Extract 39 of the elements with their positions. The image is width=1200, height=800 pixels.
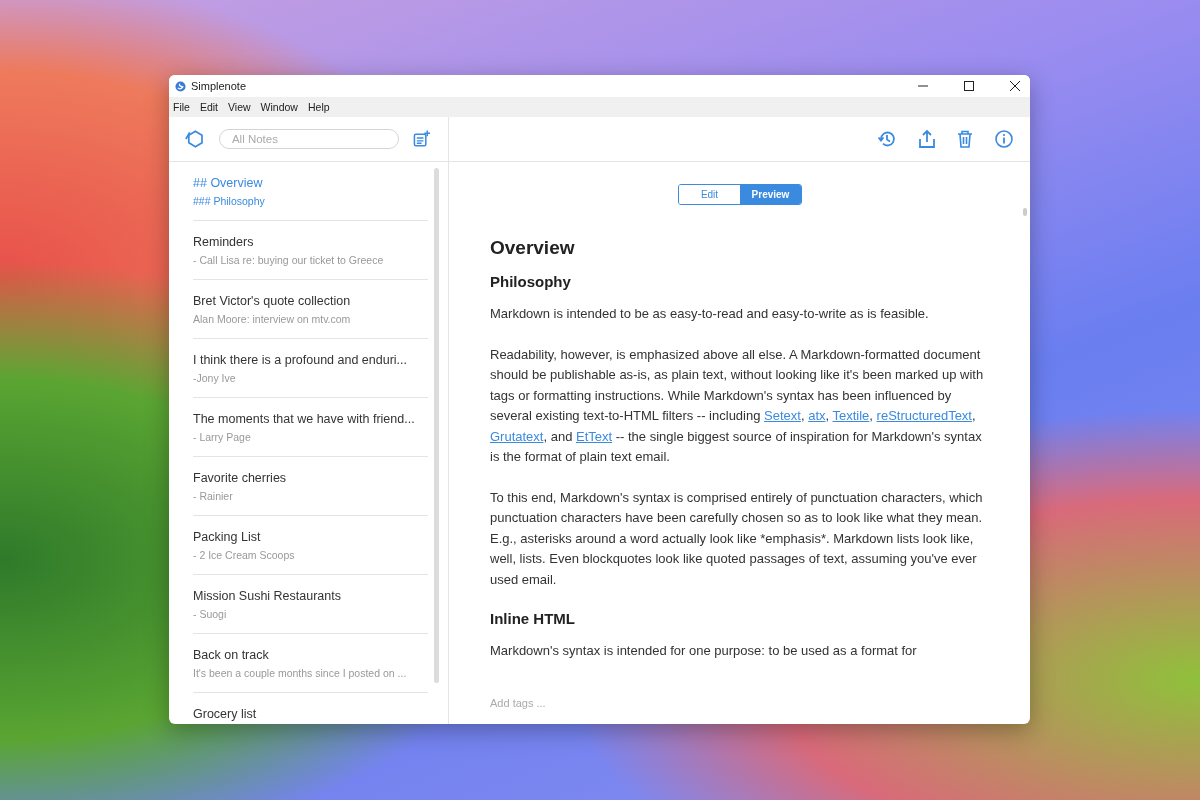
menu-item[interactable]: Window <box>260 101 298 113</box>
note-paragraph: Markdown is intended to be as easy-to-read and easy-to-write as is feasible. <box>490 305 930 323</box>
note-list-item[interactable]: Grocery list <box>193 693 428 724</box>
note-paragraph: Markdown's syntax is intended for one purpose: to be used as a format for <box>490 642 918 660</box>
menu-item[interactable]: Help <box>307 101 330 113</box>
note-subheading: Philosophy <box>490 273 572 290</box>
menu-item[interactable]: Edit <box>199 101 218 113</box>
close-icon[interactable] <box>1010 81 1020 91</box>
new-note-icon[interactable] <box>412 130 430 148</box>
maximize-icon[interactable] <box>964 81 974 91</box>
window-title: Simplenote <box>191 80 247 92</box>
note-list-item[interactable]: Mission Sushi Restaurants - Suogi <box>193 575 428 634</box>
note-heading: Overview <box>490 237 576 259</box>
trash-icon[interactable] <box>957 129 973 149</box>
scrollbar-thumb[interactable] <box>434 168 439 683</box>
note-list-item[interactable]: Reminders - Call Lisa re: buying our ticket to Greece <box>193 221 428 280</box>
note-list-item[interactable]: Bret Victor's quote collection Alan Moore: interview on mtv.com <box>193 280 428 339</box>
note-paragraph: To this end, Markdown's syntax is comprised entirely of punctuation characters, which punctuation characters have been carefully chosen so as to look like what they mean. E.g., asterisks around a word actually look like *emphasis*. Markdown lists look like, well, lists. Even blockquotes look like quoted passages of text, assuming you've ever used email. <box>490 488 984 589</box>
note-list-item[interactable]: ## Overview ### Philosophy <box>193 162 428 221</box>
link[interactable]: EtText <box>576 428 613 444</box>
note-list-item[interactable]: I think there is a profound and enduri... -Jony Ive <box>193 339 428 398</box>
link[interactable]: reStructuredText <box>876 408 972 423</box>
share-icon[interactable] <box>918 129 936 149</box>
link[interactable]: Setext <box>764 408 801 423</box>
search-field[interactable]: All Notes <box>218 129 399 149</box>
note-list-item[interactable]: The moments that we have with friend... - Larry Page <box>193 398 428 457</box>
history-icon[interactable] <box>877 129 897 149</box>
info-icon[interactable] <box>994 129 1014 149</box>
mode-tab[interactable]: Preview <box>740 185 801 204</box>
note-subheading: Inline HTML <box>490 610 576 627</box>
menu-item[interactable]: File <box>173 101 190 113</box>
link[interactable]: atx <box>808 408 826 423</box>
note-paragraph: Readability, however, is emphasized above all else. A Markdown-formatted document should be publishable as-is, as plain text, without looking like it's been marked up with tags or formatting instructions. While Markdown's syntax has been influenced by several existing text-to-HTML filters -- including Setext, atx, Textile, reStructuredText, Grutatext, and EtText -- the single biggest source of inspiration for Markdown's syntax is the format of plain text email. <box>490 345 985 466</box>
scrollbar-thumb[interactable] <box>1023 208 1027 216</box>
note-list-item[interactable]: Back on track It's been a couple months since I posted on ... <box>193 634 428 693</box>
note-list-item[interactable]: Favorite cherries - Rainier <box>193 457 428 516</box>
note-list-item[interactable]: Packing List - 2 Ice Cream Scoops <box>193 516 428 575</box>
menu-item[interactable]: View <box>228 101 251 113</box>
app-logo-icon <box>175 80 186 92</box>
